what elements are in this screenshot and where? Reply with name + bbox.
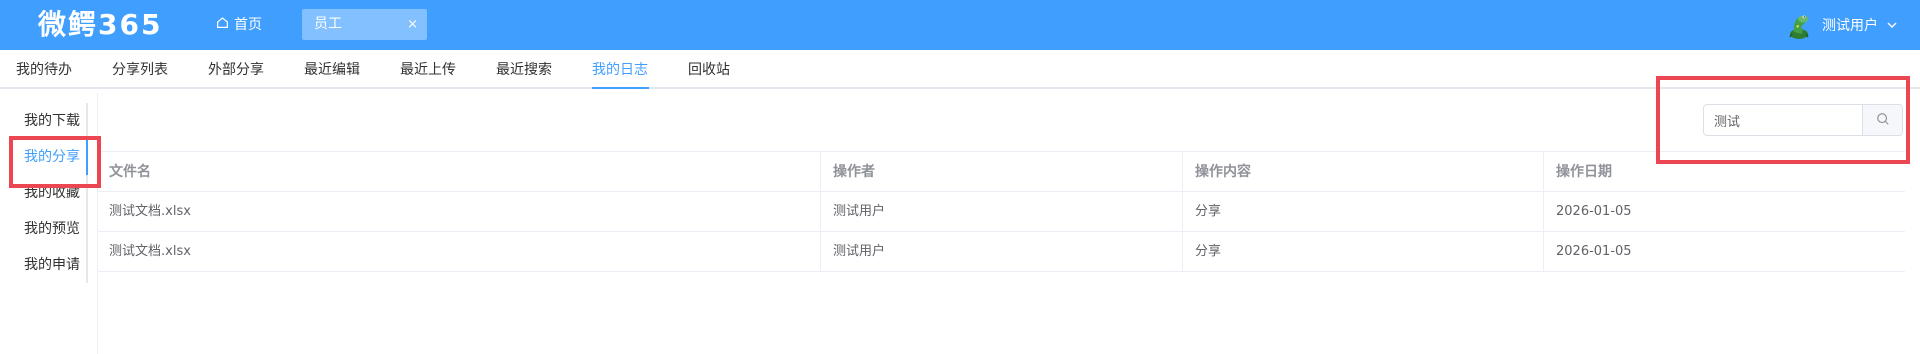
active-side-indicator bbox=[86, 139, 88, 175]
side-item-my-previews[interactable]: 我的预览 bbox=[24, 211, 80, 247]
column-header-date: 操作日期 bbox=[1556, 164, 1612, 180]
side-item-my-downloads[interactable]: 我的下载 bbox=[24, 103, 80, 139]
table-row[interactable]: 测试文档.xlsx 测试用户 分享 2026-01-05 bbox=[97, 232, 1905, 272]
cell-filename: 测试文档.xlsx bbox=[97, 192, 821, 232]
app-logo[interactable]: 微鳄365 bbox=[38, 6, 162, 44]
column-header-filename: 文件名 bbox=[97, 152, 821, 192]
column-header-operation: 操作内容 bbox=[1183, 152, 1544, 192]
side-item-my-shares[interactable]: 我的分享 bbox=[24, 139, 80, 175]
crocodile-avatar-icon bbox=[1784, 10, 1814, 40]
home-label: 首页 bbox=[234, 17, 262, 33]
user-menu[interactable]: 测试用户 bbox=[1784, 10, 1898, 40]
side-item-my-favorites[interactable]: 我的收藏 bbox=[24, 175, 80, 211]
table-row[interactable]: 测试文档.xlsx 测试用户 分享 2026-01-05 bbox=[97, 192, 1905, 232]
top-nav-tabs: 我的待办 分享列表 外部分享 最近编辑 最近上传 最近搜索 我的日志 回收站 bbox=[0, 50, 1920, 89]
log-table: 文件名 操作者 操作内容 操作日期 测试文档.xlsx 测试用户 分享 2026… bbox=[97, 151, 1905, 272]
open-tab-employee[interactable]: 员工 × bbox=[302, 9, 427, 40]
cell-operation: 分享 bbox=[1183, 232, 1544, 272]
table-header-row: 文件名 操作者 操作内容 操作日期 bbox=[97, 152, 1905, 192]
close-icon[interactable]: × bbox=[407, 9, 418, 40]
cell-date: 2026-01-05 bbox=[1556, 204, 1632, 219]
search-icon bbox=[1876, 111, 1890, 130]
user-name: 测试用户 bbox=[1822, 18, 1878, 34]
cell-operator: 测试用户 bbox=[821, 232, 1183, 272]
app-header: 微鳄365 首页 员工 × 测试用户 bbox=[0, 0, 1920, 50]
tab-external-share[interactable]: 外部分享 bbox=[208, 50, 264, 89]
cell-date: 2026-01-05 bbox=[1556, 244, 1632, 259]
search-button[interactable] bbox=[1862, 105, 1902, 135]
cell-filename: 测试文档.xlsx bbox=[97, 232, 821, 272]
search-input[interactable] bbox=[1704, 105, 1864, 135]
chevron-down-icon[interactable] bbox=[1886, 19, 1898, 31]
tab-my-log[interactable]: 我的日志 bbox=[592, 50, 648, 89]
cell-operator: 测试用户 bbox=[821, 192, 1183, 232]
search-box bbox=[1703, 104, 1903, 136]
tab-recent-edit[interactable]: 最近编辑 bbox=[304, 50, 360, 89]
cell-operation: 分享 bbox=[1183, 192, 1544, 232]
home-icon bbox=[216, 14, 229, 36]
side-item-my-requests[interactable]: 我的申请 bbox=[24, 247, 80, 283]
tab-recent-upload[interactable]: 最近上传 bbox=[400, 50, 456, 89]
tab-share-list[interactable]: 分享列表 bbox=[112, 50, 168, 89]
active-tab-indicator bbox=[592, 87, 649, 89]
open-tab-label: 员工 bbox=[314, 16, 342, 32]
home-link[interactable]: 首页 bbox=[216, 14, 262, 36]
side-menu: 我的下载 我的分享 我的收藏 我的预览 我的申请 bbox=[0, 103, 88, 283]
column-header-operator: 操作者 bbox=[821, 152, 1183, 192]
tab-recent-search[interactable]: 最近搜索 bbox=[496, 50, 552, 89]
tab-my-todo[interactable]: 我的待办 bbox=[16, 50, 72, 89]
tab-recycle-bin[interactable]: 回收站 bbox=[688, 50, 730, 89]
